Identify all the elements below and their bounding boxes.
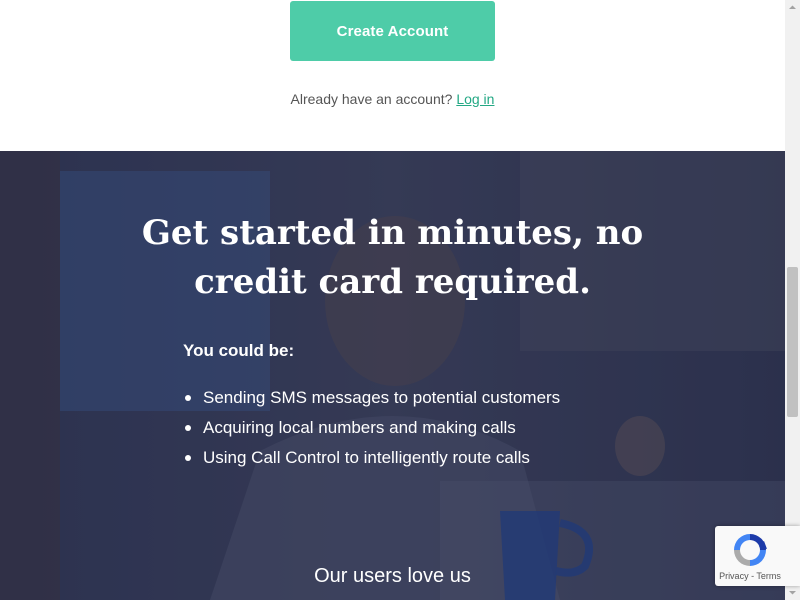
terms-link[interactable]: Terms (756, 571, 781, 581)
create-account-button[interactable]: Create Account (290, 1, 495, 61)
login-link[interactable]: Log in (456, 91, 494, 107)
headline-line-2: credit card required. (194, 262, 591, 302)
bullet-icon (185, 395, 191, 401)
already-have-account-text: Already have an account? (290, 91, 457, 107)
recaptcha-badge[interactable]: Privacy - Terms (715, 526, 800, 586)
recaptcha-links: Privacy - Terms (715, 571, 785, 581)
hero-subhead: You could be: (183, 341, 295, 360)
feature-text: Acquiring local numbers and making calls (203, 418, 516, 437)
hero-headline: Get started in minutes, no credit card r… (0, 209, 785, 307)
login-prompt: Already have an account? Log in (0, 91, 785, 107)
feature-text: Sending SMS messages to potential custom… (203, 388, 561, 407)
bullet-icon (185, 425, 191, 431)
feature-text: Using Call Control to intelligently rout… (203, 448, 530, 467)
recaptcha-logo-icon (734, 534, 767, 566)
feature-list: Sending SMS messages to potential custom… (183, 387, 560, 477)
scroll-down-arrow-icon[interactable] (788, 588, 797, 597)
hero-section: Get started in minutes, no credit card r… (0, 151, 785, 600)
list-item: Using Call Control to intelligently rout… (183, 447, 560, 477)
list-item: Sending SMS messages to potential custom… (183, 387, 560, 417)
headline-line-1: Get started in minutes, no (141, 213, 644, 253)
scrollbar-thumb[interactable] (787, 267, 798, 417)
page-scrollbar[interactable] (785, 0, 800, 600)
signup-footer: Create Account Already have an account? … (0, 0, 785, 151)
bullet-icon (185, 455, 191, 461)
list-item: Acquiring local numbers and making calls (183, 417, 560, 447)
testimonials-heading: Our users love us (314, 565, 471, 587)
privacy-link[interactable]: Privacy (719, 571, 749, 581)
scroll-up-arrow-icon[interactable] (788, 3, 797, 12)
